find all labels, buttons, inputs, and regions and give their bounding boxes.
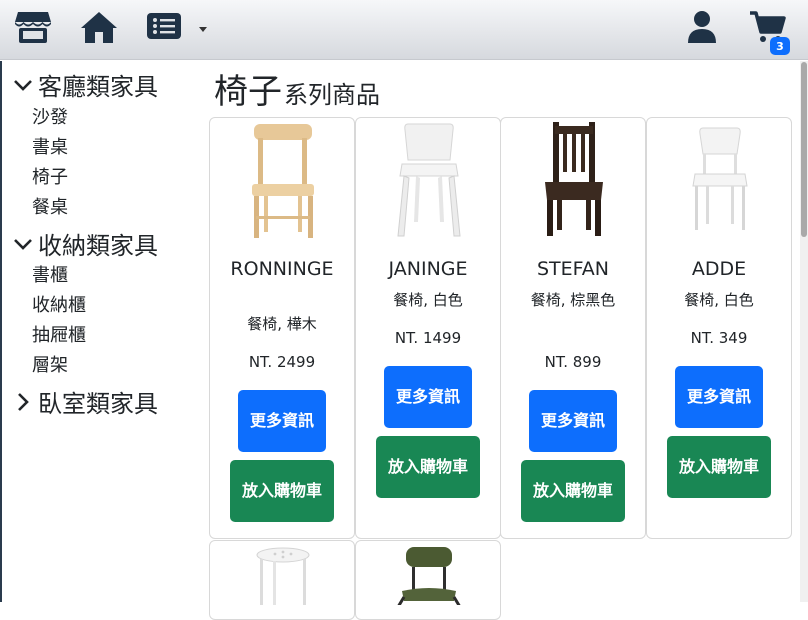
- top-navbar: 3: [0, 0, 808, 60]
- sidebar-item-desk[interactable]: 書桌: [32, 133, 68, 159]
- more-info-button[interactable]: 更多資訊: [675, 366, 763, 428]
- product-card: STEFAN 餐椅, 棕黑色 NT. 899 更多資訊 放入購物車: [500, 117, 646, 539]
- sidebar-item-storage-cabinet[interactable]: 收納櫃: [32, 291, 86, 317]
- store-icon[interactable]: [14, 10, 52, 44]
- category-label: 臥室類家具: [38, 390, 158, 418]
- product-card: [209, 540, 355, 620]
- category-living-room[interactable]: 客廳類家具: [12, 67, 158, 102]
- product-card: JANINGE 餐椅, 白色 NT. 1499 更多資訊 放入購物車: [355, 117, 501, 539]
- more-info-button[interactable]: 更多資訊: [529, 390, 617, 452]
- product-name: STEFAN: [536, 258, 610, 280]
- product-description: 餐椅, 白色: [684, 291, 754, 309]
- product-name: RONNINGE: [230, 258, 334, 280]
- add-to-cart-button[interactable]: 放入購物車: [521, 460, 625, 522]
- home-icon[interactable]: [80, 10, 118, 44]
- stool-image: [256, 547, 310, 605]
- more-info-button[interactable]: 更多資訊: [384, 366, 472, 428]
- category-bedroom[interactable]: 臥室類家具: [12, 384, 158, 419]
- sidebar-item-drawer-cabinet[interactable]: 抽屜櫃: [32, 321, 86, 347]
- product-price: NT. 2499: [248, 353, 316, 371]
- add-to-cart-button[interactable]: 放入購物車: [230, 460, 334, 522]
- scrollbar-thumb[interactable]: [801, 62, 807, 237]
- product-description: 餐椅, 樺木: [247, 315, 317, 333]
- cart-count-badge: 3: [770, 37, 790, 55]
- chevron-right-icon: [18, 392, 29, 411]
- chevron-down-icon: [14, 238, 32, 250]
- page-title-sub: 系列商品: [284, 81, 380, 109]
- product-price: NT. 1499: [394, 329, 462, 347]
- chair-image: [545, 122, 603, 236]
- product-description: 餐椅, 白色: [393, 291, 463, 309]
- chevron-down-icon: [14, 79, 32, 91]
- list-icon[interactable]: [146, 10, 182, 42]
- product-card: ADDE 餐椅, 白色 NT. 349 更多資訊 放入購物車: [646, 117, 792, 539]
- add-to-cart-button[interactable]: 放入購物車: [376, 436, 480, 498]
- user-icon[interactable]: [686, 10, 718, 44]
- page-title: 椅子 系列商品: [214, 64, 380, 113]
- chair-image: [252, 124, 314, 238]
- category-label: 客廳類家具: [38, 73, 158, 101]
- category-sidebar: 客廳類家具 沙發 書桌 椅子 餐桌 收納類家具 書櫃 收納櫃 抽屜櫃 層架 臥室…: [0, 61, 200, 602]
- product-card: RONNINGE 餐椅, 樺木 NT. 2499 更多資訊 放入購物車: [209, 117, 355, 539]
- product-price: NT. 349: [690, 329, 748, 347]
- product-name: JANINGE: [388, 258, 468, 280]
- sidebar-item-shelf[interactable]: 層架: [32, 351, 68, 377]
- chair-image: [397, 547, 461, 605]
- page-title-main: 椅子: [214, 72, 282, 112]
- category-storage[interactable]: 收納類家具: [12, 226, 158, 261]
- product-card: [355, 540, 501, 620]
- chair-image: [692, 127, 748, 230]
- product-price: NT. 899: [544, 353, 602, 371]
- sidebar-item-sofa[interactable]: 沙發: [32, 103, 68, 129]
- product-name: ADDE: [691, 258, 747, 280]
- sidebar-item-dining-table[interactable]: 餐桌: [32, 193, 68, 219]
- chevron-down-icon[interactable]: [199, 27, 207, 32]
- chair-image: [397, 123, 461, 237]
- category-label: 收納類家具: [38, 232, 158, 260]
- more-info-button[interactable]: 更多資訊: [238, 390, 326, 452]
- product-description: 餐椅, 棕黑色: [530, 291, 616, 309]
- add-to-cart-button[interactable]: 放入購物車: [667, 436, 771, 498]
- sidebar-item-chair[interactable]: 椅子: [32, 163, 68, 189]
- sidebar-item-bookcase[interactable]: 書櫃: [32, 261, 68, 287]
